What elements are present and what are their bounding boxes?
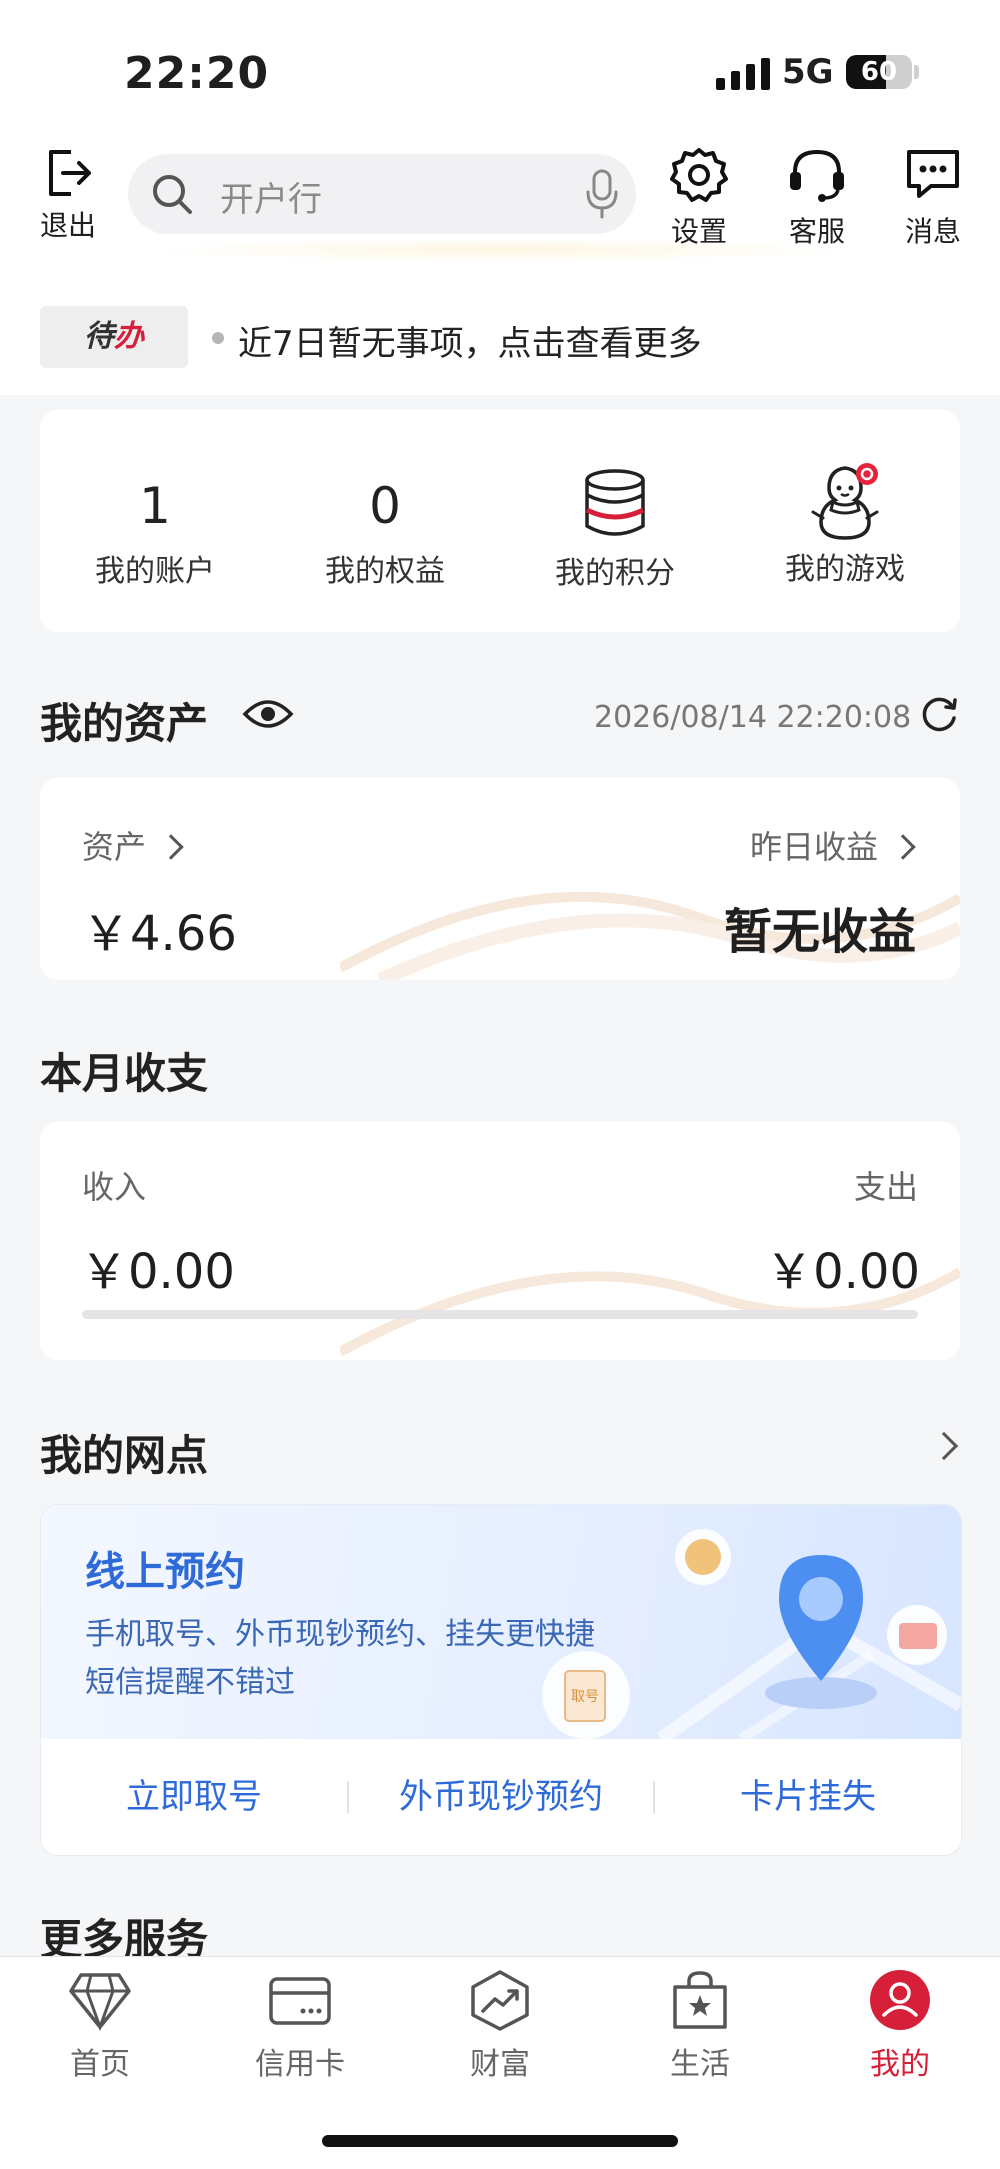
cellular-signal-icon [716,58,770,90]
shopping-bag-star-icon [673,1971,727,2029]
my-games-item[interactable]: 我的游戏 [730,410,960,632]
assets-timestamp: 2026/08/14 22:20:08 [594,700,912,735]
tab-credit-card-label: 信用卡 [255,2047,345,2082]
accounts-label: 我的账户 [95,554,215,589]
microphone-icon[interactable] [584,168,620,220]
logout-icon [49,150,91,196]
refresh-icon[interactable] [920,694,960,734]
chevron-right-icon[interactable] [929,1431,959,1461]
income-expense-bar [82,1310,918,1319]
battery-nub [914,65,919,79]
points-coin-stack-icon [585,469,645,536]
messages-label: 消息 [904,215,961,248]
status-time: 22:20 [124,48,270,99]
eye-visibility-icon[interactable] [242,696,294,732]
tab-home-label: 首页 [70,2047,130,2082]
games-label: 我的游戏 [785,552,905,587]
assets-card: 资产 ￥4.66 昨日收益 暂无收益 [40,778,960,980]
card-loss-report-link[interactable]: 卡片挂失 [655,1739,961,1855]
tab-wealth[interactable]: 财富 [400,1969,600,2083]
foreign-cash-reservation-link[interactable]: 外币现钞预约 [349,1739,653,1855]
chevron-right-icon [158,834,184,860]
messages-button[interactable]: 消息 [888,146,978,250]
logout-button[interactable]: 退出 [30,146,106,244]
customer-service-button[interactable]: 客服 [772,146,862,250]
monthly-card[interactable]: 收入 ￥0.00 支出 ￥0.00 [40,1122,960,1360]
my-points-item[interactable]: 我的积分 [500,410,730,632]
chevron-right-icon [890,834,916,860]
branch-title: 我的网点 [40,1431,209,1480]
income-value: ￥0.00 [80,1244,235,1300]
logout-label: 退出 [39,209,96,242]
points-label: 我的积分 [555,556,675,591]
diamond-icon [69,1973,131,2032]
snowman-game-icon [811,463,879,540]
todo-text[interactable]: 近7日暂无事项，点击查看更多 [238,316,702,365]
tab-home[interactable]: 首页 [0,1969,200,2083]
bottom-tab-bar: 首页 信用卡 财富 生活 我的 [0,1956,1000,2169]
home-indicator[interactable] [322,2135,678,2147]
branch-links: 立即取号 外币现钞预约 卡片挂失 [41,1739,961,1855]
network-type: 5G [782,52,834,92]
monthly-title: 本月收支 [40,1049,209,1098]
my-rights-item[interactable]: 0 我的权益 [270,410,500,632]
tab-mine[interactable]: 我的 [800,1969,1000,2083]
tab-life[interactable]: 生活 [600,1969,800,2083]
search-icon [153,175,192,214]
battery-icon: 60 [846,55,912,89]
expense-label: 支出 [853,1168,918,1206]
my-accounts-item[interactable]: 1 我的账户 [40,410,270,632]
user-profile-icon [870,1970,930,2030]
settings-button[interactable]: 设置 [654,146,744,250]
banner-title: 线上预约 [85,1549,245,1595]
todo-badge[interactable]: 待办 [40,306,188,368]
branch-card: 取号 线上预约 手机取号、外币现钞预约、挂失更快捷 短信提醒不错过 立即取号 外… [40,1504,962,1856]
headset-icon [790,149,844,202]
tab-life-label: 生活 [670,2047,730,2082]
tab-mine-label: 我的 [870,2047,930,2082]
banner-description-line1: 手机取号、外币现钞预约、挂失更快捷 [85,1617,595,1652]
customer-service-label: 客服 [788,215,845,248]
battery-level: 60 [860,57,898,87]
yesterday-earnings-link[interactable]: 昨日收益 [749,822,916,868]
accounts-count: 1 [139,477,171,535]
yesterday-earnings-label: 昨日收益 [749,828,878,866]
message-icon [907,150,959,198]
search-bar[interactable]: 开户行 [128,154,636,234]
tab-credit-card[interactable]: 信用卡 [200,1969,400,2083]
location-pin-illustration [656,1529,961,1739]
todo-badge-suffix: 办 [114,319,144,354]
online-appointment-banner[interactable]: 取号 线上预约 手机取号、外币现钞预约、挂失更快捷 短信提醒不错过 [41,1505,961,1739]
asset-label: 资产 [82,828,147,866]
tab-wealth-label: 财富 [470,2047,530,2082]
yesterday-earnings-value: 暂无收益 [723,904,916,960]
queue-ticket-illustration: 取号 [542,1651,630,1739]
take-number-link[interactable]: 立即取号 [41,1739,347,1855]
rights-count: 0 [369,477,401,535]
gear-icon [670,148,728,202]
credit-card-icon [269,1977,331,2025]
search-placeholder: 开户行 [220,180,322,220]
todo-badge-prefix: 待 [84,319,114,354]
ticket-text: 取号 [571,1689,599,1705]
settings-label: 设置 [670,215,727,248]
quick-stats-card: 1 我的账户 0 我的权益 我的积分 我的游戏 [40,410,960,632]
wealth-chart-icon [471,1970,529,2031]
asset-link[interactable]: 资产 [82,822,184,868]
assets-title: 我的资产 [40,699,209,748]
todo-bullet [212,332,224,344]
income-label: 收入 [82,1168,147,1206]
rights-label: 我的权益 [325,554,445,589]
expense-value: ￥0.00 [765,1244,920,1300]
banner-description-line2: 短信提醒不错过 [85,1665,295,1700]
asset-value: ￥4.66 [82,906,237,962]
